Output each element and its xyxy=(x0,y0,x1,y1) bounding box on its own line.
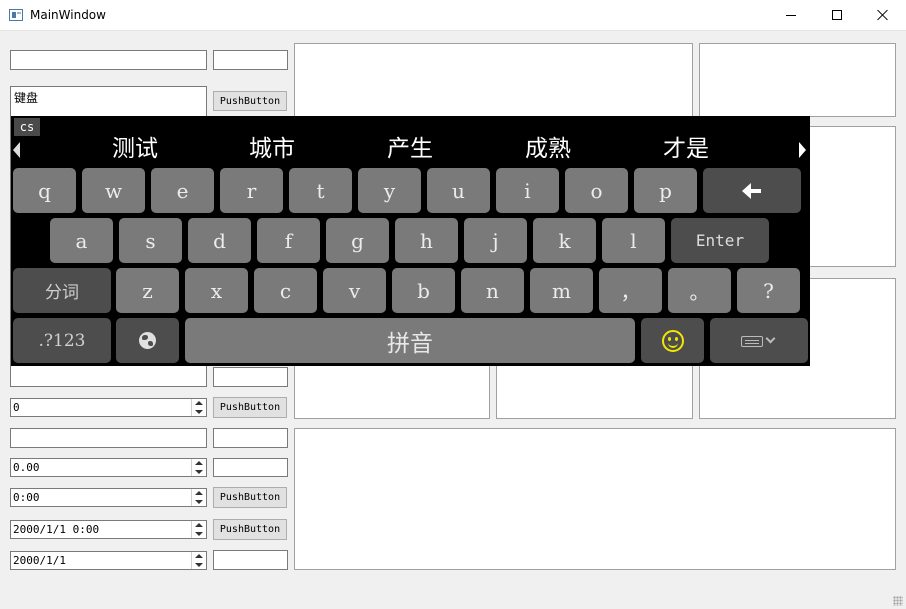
spin-up-icon[interactable] xyxy=(195,401,203,405)
spin-up-icon[interactable] xyxy=(195,491,203,495)
key-k[interactable]: k xyxy=(533,218,596,263)
chevron-right-icon[interactable] xyxy=(799,142,806,158)
spin-up-icon[interactable] xyxy=(195,554,203,558)
key-w[interactable]: w xyxy=(82,168,145,213)
line-edit-7[interactable] xyxy=(213,550,288,570)
backspace-key[interactable] xyxy=(703,168,801,213)
key-o[interactable]: o xyxy=(565,168,628,213)
push-button-1[interactable]: PushButton xyxy=(213,91,287,111)
key-a[interactable]: a xyxy=(50,218,113,263)
line-edit-3[interactable] xyxy=(213,367,288,387)
key-c[interactable]: c xyxy=(254,268,317,313)
key-question[interactable]: ? xyxy=(737,268,800,313)
candidate-word[interactable]: 成熟 xyxy=(503,134,593,164)
key-u[interactable]: u xyxy=(427,168,490,213)
close-icon xyxy=(877,9,889,21)
double-spinbox[interactable]: 0.00 xyxy=(10,458,207,477)
spin-arrows[interactable] xyxy=(191,552,206,569)
keyboard-text-value: 键盘 xyxy=(14,91,39,105)
backspace-icon xyxy=(742,182,762,199)
spin-arrows[interactable] xyxy=(191,459,206,476)
candidate-word[interactable]: 城市 xyxy=(227,134,317,164)
smiley-icon xyxy=(661,329,684,352)
key-s[interactable]: s xyxy=(119,218,182,263)
maximize-icon xyxy=(832,10,842,20)
line-edit-4[interactable] xyxy=(10,428,207,448)
spin-down-icon[interactable] xyxy=(195,563,203,567)
line-edit-5[interactable] xyxy=(213,428,288,448)
key-x[interactable]: x xyxy=(185,268,248,313)
key-f[interactable]: f xyxy=(257,218,320,263)
push-button-2[interactable]: PushButton xyxy=(213,397,287,418)
key-m[interactable]: m xyxy=(530,268,593,313)
spin-down-icon[interactable] xyxy=(195,410,203,414)
language-badge: cs xyxy=(14,118,40,136)
spin-down-icon[interactable] xyxy=(195,470,203,474)
key-comma[interactable]: ， xyxy=(599,268,662,313)
key-z[interactable]: z xyxy=(116,268,179,313)
window-title: MainWindow xyxy=(30,8,106,22)
spin-up-icon[interactable] xyxy=(195,461,203,465)
datetime-edit-value: 2000/1/1 0:00 xyxy=(13,523,100,536)
virtual-keyboard: cs 测试 城市 产生 成熟 才是 q w e r t y u i o p a … xyxy=(11,116,810,366)
close-button[interactable] xyxy=(860,0,906,30)
line-edit-6[interactable] xyxy=(213,458,288,477)
candidate-word[interactable]: 才是 xyxy=(641,134,731,164)
spin-up-icon[interactable] xyxy=(195,523,203,527)
space-key[interactable]: 拼音 xyxy=(185,318,635,363)
segment-key[interactable]: 分词 xyxy=(13,268,111,313)
title-bar: MainWindow xyxy=(0,0,906,31)
time-edit[interactable]: 0:00 xyxy=(10,488,207,507)
minimize-icon xyxy=(786,14,796,16)
date-edit-value: 2000/1/1 xyxy=(13,554,66,567)
push-button-4[interactable]: PushButton xyxy=(213,519,287,540)
key-r[interactable]: r xyxy=(220,168,283,213)
time-edit-value: 0:00 xyxy=(13,491,40,504)
text-area-2[interactable] xyxy=(699,43,896,117)
date-edit[interactable]: 2000/1/1 xyxy=(10,551,207,570)
key-v[interactable]: v xyxy=(323,268,386,313)
key-t[interactable]: t xyxy=(289,168,352,213)
key-period[interactable]: 。 xyxy=(668,268,731,313)
spin-down-icon[interactable] xyxy=(195,532,203,536)
line-edit-2[interactable] xyxy=(213,50,288,70)
key-b[interactable]: b xyxy=(392,268,455,313)
key-n[interactable]: n xyxy=(461,268,524,313)
datetime-edit[interactable]: 2000/1/1 0:00 xyxy=(10,520,207,539)
key-p[interactable]: p xyxy=(634,168,697,213)
enter-key[interactable]: Enter xyxy=(671,218,769,263)
size-grip[interactable] xyxy=(893,596,903,606)
push-button-3[interactable]: PushButton xyxy=(213,487,287,508)
hide-keyboard-key[interactable] xyxy=(710,318,808,363)
key-q[interactable]: q xyxy=(13,168,76,213)
hide-keyboard-icon xyxy=(741,333,777,348)
spin-down-icon[interactable] xyxy=(195,500,203,504)
text-area-7[interactable] xyxy=(294,428,896,570)
maximize-button[interactable] xyxy=(814,0,860,30)
candidate-word[interactable]: 产生 xyxy=(365,134,455,164)
globe-icon xyxy=(139,332,156,349)
key-g[interactable]: g xyxy=(326,218,389,263)
chevron-left-icon[interactable] xyxy=(13,142,20,158)
key-e[interactable]: e xyxy=(151,168,214,213)
key-h[interactable]: h xyxy=(395,218,458,263)
double-spinbox-value: 0.00 xyxy=(13,461,40,474)
key-j[interactable]: j xyxy=(464,218,527,263)
key-d[interactable]: d xyxy=(188,218,251,263)
symbols-key[interactable]: .?123 xyxy=(13,318,111,363)
minimize-button[interactable] xyxy=(768,0,814,30)
int-spinbox[interactable]: 0 xyxy=(10,398,207,417)
candidate-word[interactable]: 测试 xyxy=(90,134,180,164)
spin-arrows[interactable] xyxy=(191,489,206,506)
int-spinbox-value: 0 xyxy=(13,401,20,414)
language-key[interactable] xyxy=(116,318,179,363)
line-edit-1[interactable] xyxy=(10,50,207,70)
key-i[interactable]: i xyxy=(496,168,559,213)
key-l[interactable]: l xyxy=(602,218,665,263)
spin-arrows[interactable] xyxy=(191,399,206,416)
key-y[interactable]: y xyxy=(358,168,421,213)
app-window-icon xyxy=(9,9,23,21)
emoji-key[interactable] xyxy=(641,318,704,363)
spin-arrows[interactable] xyxy=(191,521,206,538)
